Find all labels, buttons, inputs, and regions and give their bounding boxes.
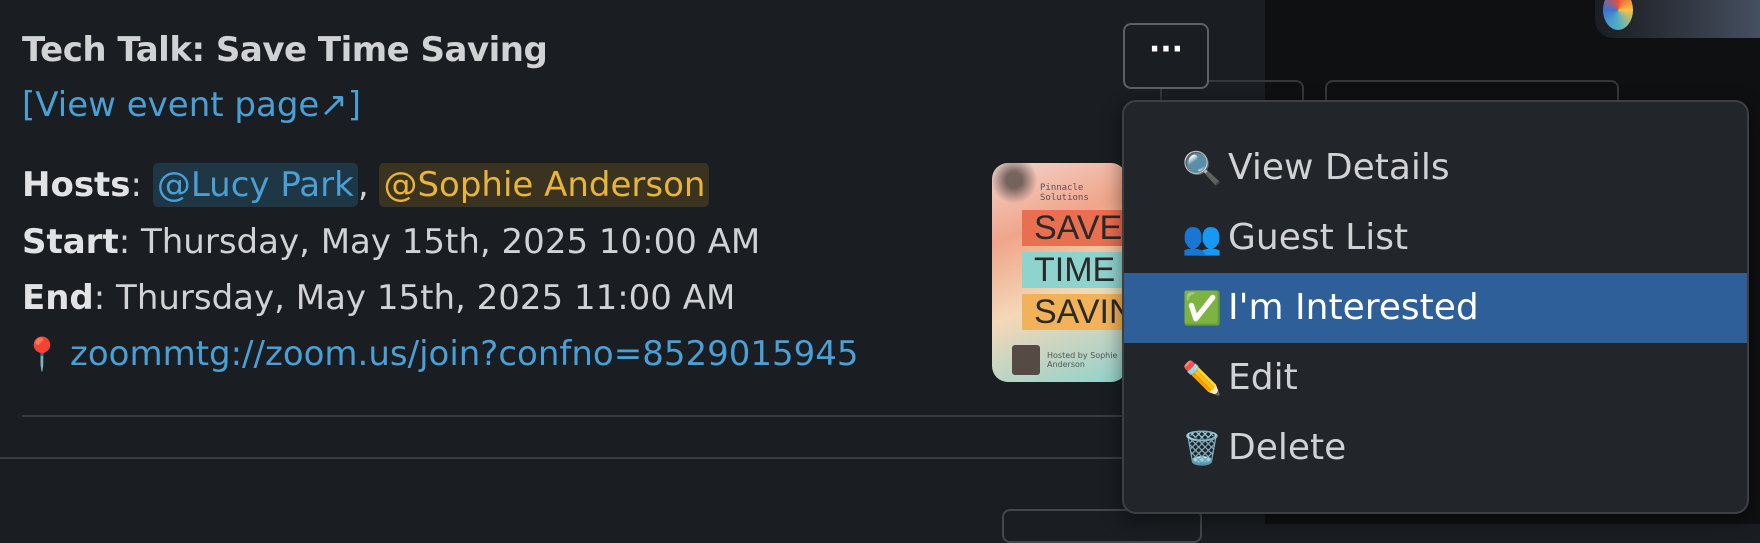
pushpin-icon: 📍 (22, 335, 62, 373)
poster-line-3: SAVING (1022, 294, 1127, 330)
menu-item-label: View Details (1228, 147, 1450, 188)
menu-item-edit[interactable]: ✏️ Edit (1124, 343, 1747, 413)
message-divider (0, 457, 1265, 459)
check-icon: ✅ (1182, 289, 1222, 327)
menu-item-label: I'm Interested (1228, 287, 1479, 328)
event-poster[interactable]: Pinnacle Solutions SAVE TIME SAVING Host… (992, 163, 1127, 382)
magnifier-icon: 🔍 (1182, 149, 1222, 187)
menu-item-label: Delete (1228, 427, 1347, 468)
thumbnail-art (1603, 0, 1633, 30)
thumbnail-corner (1595, 0, 1760, 38)
end-line: End: Thursday, May 15th, 2025 11:00 AM (22, 278, 735, 318)
menu-item-delete[interactable]: 🗑️ Delete (1124, 413, 1747, 483)
poster-line-1: SAVE (1022, 210, 1127, 246)
poster-line-2: TIME (1022, 252, 1127, 288)
poster-company: Pinnacle Solutions (1040, 183, 1089, 203)
host-mention-lucy[interactable]: @Lucy Park (152, 163, 358, 207)
more-actions-button[interactable]: ··· (1123, 23, 1209, 89)
hosts-label: Hosts (22, 165, 131, 205)
zoom-join-link[interactable]: zoommtg://zoom.us/join?confno=8529015945 (70, 334, 859, 374)
event-title: Tech Talk: Save Time Saving (22, 30, 548, 70)
menu-item-label: Guest List (1228, 217, 1409, 258)
poster-hosted-by: Hosted by Sophie Anderson (1047, 351, 1118, 369)
people-icon: 👥 (1182, 219, 1222, 257)
end-value: : Thursday, May 15th, 2025 11:00 AM (93, 278, 736, 318)
location-line: 📍 zoommtg://zoom.us/join?confno=852901594… (22, 334, 859, 374)
ink-splatter (992, 163, 1044, 205)
menu-item-view-details[interactable]: 🔍 View Details (1124, 133, 1747, 203)
view-event-page-link[interactable]: [View event page↗] (22, 85, 361, 125)
menu-item-interested[interactable]: ✅ I'm Interested (1124, 273, 1747, 343)
host-mention-sophie[interactable]: @Sophie Anderson (379, 163, 710, 207)
start-label: Start (22, 222, 119, 262)
menu-item-label: Edit (1228, 357, 1298, 398)
start-value: : Thursday, May 15th, 2025 10:00 AM (118, 222, 761, 262)
host-avatar (1012, 345, 1040, 375)
event-actions-menu: 🔍 View Details 👥 Guest List ✅ I'm Intereste… (1122, 100, 1749, 514)
pencil-icon: ✏️ (1182, 359, 1222, 397)
next-message-button[interactable] (1002, 509, 1202, 543)
menu-item-guest-list[interactable]: 👥 Guest List (1124, 203, 1747, 273)
start-line: Start: Thursday, May 15th, 2025 10:00 AM (22, 222, 760, 262)
divider (22, 415, 1134, 417)
trash-icon: 🗑️ (1182, 429, 1222, 467)
hosts-line: Hosts: @Lucy Park, @Sophie Anderson (22, 163, 710, 207)
end-label: End (22, 278, 94, 318)
